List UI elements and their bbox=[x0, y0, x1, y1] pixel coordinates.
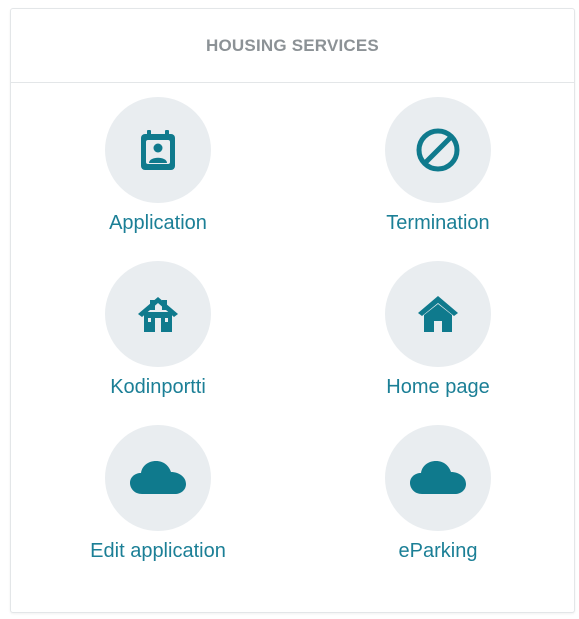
cloud-icon bbox=[130, 461, 186, 494]
service-tile-home-page[interactable]: Home page bbox=[318, 261, 558, 411]
service-icon-circle bbox=[105, 425, 211, 531]
service-label-kodinportti: Kodinportti bbox=[110, 376, 206, 398]
service-tile-kodinportti[interactable]: Kodinportti bbox=[38, 261, 278, 411]
calendar-user-icon bbox=[141, 130, 175, 170]
service-tile-termination[interactable]: Termination bbox=[318, 97, 558, 247]
service-label-home-page: Home page bbox=[386, 376, 490, 398]
service-label-termination: Termination bbox=[386, 212, 490, 234]
service-tile-application[interactable]: Application bbox=[38, 97, 278, 247]
service-label-edit-application: Edit application bbox=[90, 540, 226, 562]
service-tile-eparking[interactable]: eParking bbox=[318, 425, 558, 575]
ban-icon bbox=[416, 128, 460, 172]
panel-title: HOUSING SERVICES bbox=[206, 35, 379, 55]
home-icon bbox=[418, 296, 458, 332]
panel-header: HOUSING SERVICES bbox=[11, 9, 574, 83]
service-icon-circle bbox=[385, 97, 491, 203]
service-tile-edit-application[interactable]: Edit application bbox=[38, 425, 278, 575]
service-label-eparking: eParking bbox=[398, 540, 478, 562]
service-icon-circle bbox=[105, 261, 211, 367]
house-door-icon bbox=[138, 297, 178, 332]
service-icon-circle bbox=[105, 97, 211, 203]
cloud-icon bbox=[410, 461, 466, 494]
service-icon-circle bbox=[385, 425, 491, 531]
service-icon-circle bbox=[385, 261, 491, 367]
service-label-application: Application bbox=[109, 212, 207, 234]
